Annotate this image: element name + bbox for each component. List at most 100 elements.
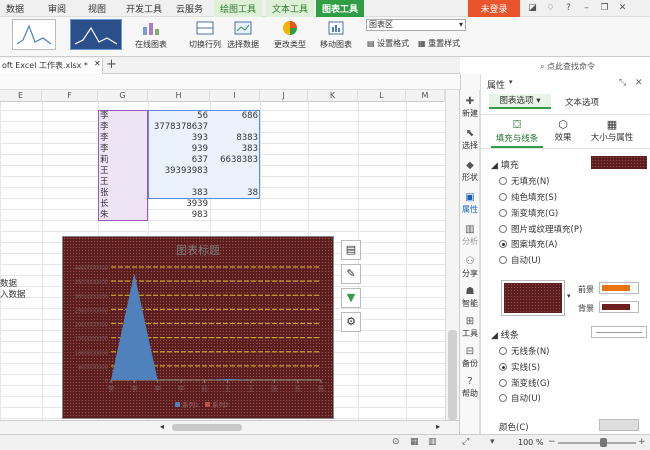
line-option-gradient[interactable]: 渐变线(G)	[499, 377, 550, 389]
cell-g[interactable]: 李	[100, 144, 109, 155]
zoom-level[interactable]: 100 %	[518, 438, 543, 447]
line-color-picker[interactable]	[599, 419, 639, 431]
document-tab[interactable]: oft Excel 工作表.xlsx *	[0, 58, 103, 74]
cell-h[interactable]: 3778378637	[148, 122, 208, 133]
chart-settings-button[interactable]: ⚙	[341, 312, 361, 332]
subtab-fill-line[interactable]: ⛋ 填充与线条	[491, 118, 543, 148]
scroll-thumb[interactable]	[448, 330, 457, 420]
cell-h[interactable]: 939	[148, 144, 208, 155]
switch-rowcol-button[interactable]: 切换行列	[188, 19, 222, 50]
cell-h[interactable]: 3939	[148, 199, 208, 210]
chevron-down-icon[interactable]: ▾	[567, 292, 571, 300]
cell-g[interactable]: 王	[100, 177, 109, 188]
cell-g[interactable]: 长	[100, 199, 109, 210]
cell-g[interactable]: 王	[100, 166, 109, 177]
cell-i[interactable]: 8383	[210, 133, 258, 144]
chart[interactable]: 图表标题 4000000000 3500000000 3000000000 250000…	[62, 236, 334, 419]
login-button[interactable]: 未登录	[468, 0, 520, 17]
line-option-none[interactable]: 无线条(N)	[499, 345, 550, 357]
restore-icon[interactable]: ❐	[599, 3, 610, 14]
hscroll-thumb[interactable]	[172, 424, 242, 431]
sidebar-item-shape[interactable]: ◆ 形状	[460, 160, 480, 183]
skin-icon[interactable]: ◪	[527, 3, 538, 14]
cell-h[interactable]: 393	[148, 133, 208, 144]
subtab-effects[interactable]: ⬡ 效果	[549, 118, 577, 143]
cell-h[interactable]: 383	[148, 188, 208, 199]
zoom-slider-thumb[interactable]	[600, 438, 607, 447]
fullscreen-icon[interactable]: ⤢	[462, 437, 469, 447]
horizontal-scrollbar[interactable]: ◂ ▸	[0, 420, 460, 434]
menu-data[interactable]: 数据	[6, 2, 24, 15]
fill-option-pattern[interactable]: 图案填充(A)	[499, 238, 557, 250]
cell-i[interactable]: 6638383	[210, 155, 258, 166]
cell-left-text[interactable]: 入数据	[0, 290, 26, 301]
col-header-h[interactable]: H	[148, 90, 210, 102]
tab-chart-options[interactable]: 图表选项 ▾	[489, 94, 551, 109]
close-icon[interactable]: ✕	[617, 3, 628, 14]
page-layout-icon[interactable]: ▦	[410, 437, 419, 447]
fill-section-header[interactable]: ◢ 填充	[491, 158, 519, 171]
reset-style-button[interactable]: ▦ 重置样式	[418, 38, 460, 49]
tab-text-options[interactable]: 文本选项	[565, 96, 599, 108]
col-header-g[interactable]: G	[98, 90, 148, 102]
col-header-j[interactable]: J	[260, 90, 308, 102]
fill-option-picture[interactable]: 图片或纹理填充(P)	[499, 223, 582, 235]
move-chart-button[interactable]: 移动图表	[318, 19, 354, 50]
change-type-button[interactable]: 更改类型	[272, 19, 308, 50]
zoom-slider[interactable]	[558, 442, 636, 444]
page-break-icon[interactable]: ▥	[428, 437, 437, 447]
sidebar-item-properties[interactable]: ▣ 属性	[460, 192, 480, 215]
help-icon[interactable]: ?	[563, 3, 574, 14]
chart-elements-button[interactable]: ▤	[341, 240, 361, 260]
background-color-picker[interactable]	[599, 301, 639, 313]
cell-g[interactable]: 张	[100, 188, 109, 199]
normal-view-icon[interactable]: ⊙	[392, 437, 400, 447]
line-section-header[interactable]: ◢ 线条	[491, 328, 519, 341]
bell-icon[interactable]: ♢	[545, 3, 556, 14]
col-header-i[interactable]: I	[210, 90, 260, 102]
cell-h[interactable]: 56	[148, 111, 208, 122]
sidebar-item-smart[interactable]: ☗ 智能	[460, 286, 480, 309]
cell-i[interactable]: 383	[210, 144, 258, 155]
col-header-k[interactable]: K	[308, 90, 358, 102]
sidebar-item-new[interactable]: ✚ 新建	[460, 96, 480, 119]
menu-draw-tools[interactable]: 绘图工具	[214, 0, 263, 17]
cell-left-text[interactable]: 数据	[0, 279, 17, 290]
scroll-right-icon[interactable]: ▸	[436, 422, 440, 431]
close-tab-icon[interactable]: ✕	[94, 59, 101, 68]
cell-g[interactable]: 李	[100, 111, 109, 122]
foreground-color-picker[interactable]	[599, 282, 639, 294]
pin-icon[interactable]: ⤡	[619, 78, 626, 88]
sidebar-item-share[interactable]: ⚇ 分享	[460, 256, 480, 279]
close-icon[interactable]: ✕	[635, 78, 643, 88]
cell-g[interactable]: 李	[100, 122, 109, 133]
sidebar-item-analysis[interactable]: ▥ 分析	[460, 224, 480, 247]
cell-i[interactable]: 38	[210, 188, 258, 199]
line-option-solid[interactable]: 实线(S)	[499, 361, 540, 373]
zoom-in-icon[interactable]: +	[638, 437, 646, 447]
menu-review[interactable]: 审阅	[48, 2, 66, 15]
col-header-e[interactable]: E	[0, 90, 42, 102]
cell-g[interactable]: 李	[100, 133, 109, 144]
col-header-l[interactable]: L	[358, 90, 406, 102]
vertical-scrollbar[interactable]	[445, 90, 459, 420]
subtab-size-properties[interactable]: ▦ 大小与属性	[585, 118, 639, 143]
cell-h[interactable]: 637	[148, 155, 208, 166]
cell-h[interactable]: 39393983	[148, 166, 208, 177]
chevron-down-icon[interactable]: ▾	[509, 78, 513, 86]
menu-chart-tools[interactable]: 图表工具	[316, 0, 365, 17]
fill-option-solid[interactable]: 纯色填充(S)	[499, 191, 557, 203]
menu-view[interactable]: 视图	[88, 2, 106, 15]
chart-style-thumb-2[interactable]	[70, 19, 122, 50]
scroll-left-icon[interactable]: ◂	[160, 422, 164, 431]
sidebar-item-help[interactable]: ? 帮助	[460, 376, 480, 399]
zoom-dropdown-icon[interactable]: ▾	[490, 437, 495, 447]
set-format-button[interactable]: ▤ 设置格式	[367, 38, 409, 49]
chart-style-button[interactable]: ✎	[341, 264, 361, 284]
new-tab-button[interactable]: +	[106, 57, 117, 72]
online-chart-button[interactable]: 在线图表	[133, 19, 169, 50]
sidebar-item-select[interactable]: ⬉ 选择	[460, 128, 480, 151]
menu-dev-tools[interactable]: 开发工具	[126, 2, 162, 15]
fill-option-gradient[interactable]: 渐变填充(G)	[499, 207, 558, 219]
menu-text-tools[interactable]: 文本工具	[266, 0, 315, 17]
